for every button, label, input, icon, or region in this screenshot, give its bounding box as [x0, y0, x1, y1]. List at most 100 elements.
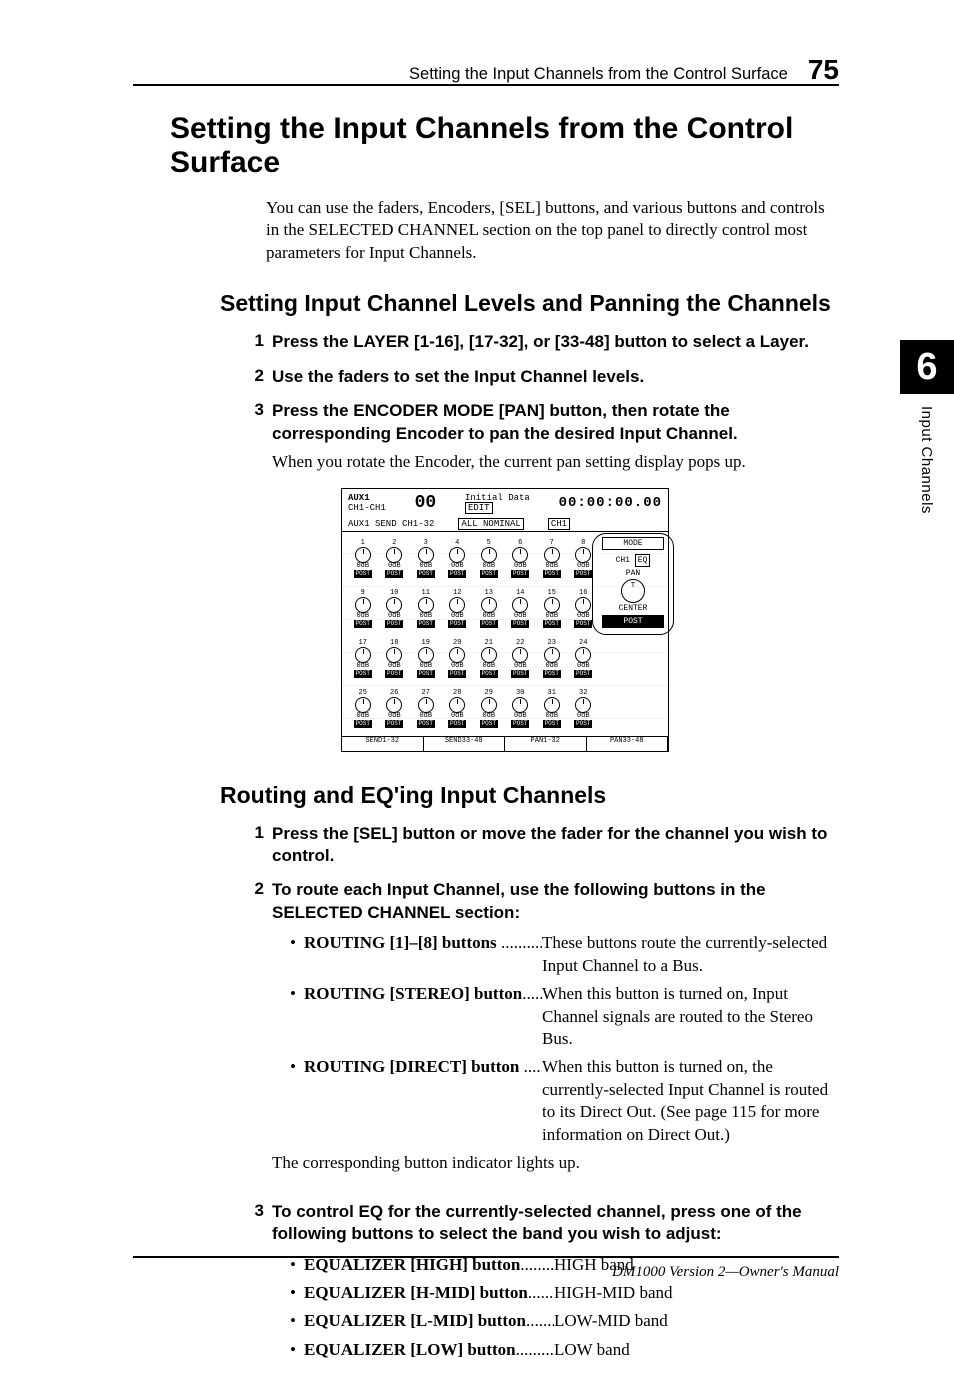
- lcd-channel: CH1-CH1: [348, 503, 386, 513]
- lcd-knob-cell: 200dBPOST: [443, 635, 473, 683]
- subsection-routing-eq: Routing and EQ'ing Input Channels: [220, 782, 840, 809]
- routing-list: • ROUTING [1]–[8] buttons ..............…: [290, 932, 840, 1146]
- leader-dots: ...............: [497, 933, 542, 952]
- intro-paragraph: You can use the faders, Encoders, [SEL] …: [266, 197, 840, 264]
- page-footer: DM1000 Version 2—Owner's Manual: [133, 1256, 839, 1281]
- step-1: 1 Press the [SEL] button or move the fad…: [242, 823, 840, 868]
- step-number: 2: [242, 366, 272, 388]
- lcd-all-nominal: ALL NOMINAL: [458, 518, 523, 530]
- list-item: • EQUALIZER [LOW] button.............. L…: [290, 1339, 840, 1361]
- lcd-knob-cell: 110dBPOST: [411, 585, 441, 633]
- lcd-knob-cell: 150dBPOST: [537, 585, 567, 633]
- item-desc: HIGH-MID band: [554, 1282, 840, 1304]
- leader-dots: ...........: [519, 1057, 542, 1076]
- lcd-eq-badge: EQ: [635, 554, 651, 567]
- lcd-knob-cell: 270dBPOST: [411, 685, 441, 733]
- lcd-tab: SEND1-32: [342, 737, 424, 751]
- item-label: ROUTING [1]–[8] buttons: [304, 933, 497, 952]
- item-desc: When this button is turned on, Input Cha…: [542, 983, 840, 1050]
- subsection-levels-panning: Setting Input Channel Levels and Panning…: [220, 290, 840, 317]
- lcd-knob-cell: 170dBPOST: [348, 635, 378, 683]
- step-3: 3 Press the ENCODER MODE [PAN] button, t…: [242, 400, 840, 473]
- item-label: EQUALIZER [L-MID] button: [304, 1311, 526, 1330]
- lcd-pan-knob: [621, 579, 645, 603]
- lcd-tabs: SEND1-32 SEND33-48 PAN1-32 PAN33-48: [342, 736, 668, 751]
- leader-dots: ..............: [516, 1340, 554, 1359]
- lcd-edit-badge: EDIT: [465, 502, 493, 514]
- lcd-post-badge: POST: [602, 615, 664, 628]
- lcd-knob-cell: 310dBPOST: [537, 685, 567, 733]
- item-label: ROUTING [STEREO] button: [304, 984, 522, 1003]
- lcd-knob-cell: 250dBPOST: [348, 685, 378, 733]
- lcd-right-ch: CH1: [616, 556, 630, 565]
- lcd-knob-cell: 260dBPOST: [380, 685, 410, 733]
- item-label: ROUTING [DIRECT] button: [304, 1057, 519, 1076]
- lcd-knob-cell: 230dBPOST: [537, 635, 567, 683]
- lcd-knob-cell: 180dBPOST: [380, 635, 410, 683]
- lcd-knob-cell: 220dBPOST: [506, 635, 536, 683]
- lcd-knob-cell: 50dBPOST: [474, 535, 504, 583]
- step-text: Press the ENCODER MODE [PAN] button, the…: [272, 401, 738, 442]
- running-title: Setting the Input Channels from the Cont…: [409, 65, 788, 84]
- lcd-knob-cell: 100dBPOST: [380, 585, 410, 633]
- lcd-scene-num: 00: [415, 493, 437, 513]
- lcd-knob-cell: 40dBPOST: [443, 535, 473, 583]
- lcd-knob-cell: 320dBPOST: [569, 685, 599, 733]
- list-item: • EQUALIZER [H-MID] button.......... HIG…: [290, 1282, 840, 1304]
- after-note: The corresponding button indicator light…: [272, 1152, 840, 1174]
- lcd-center-label: CENTER: [602, 604, 664, 613]
- step-3: 3 To control EQ for the currently-select…: [242, 1201, 840, 1368]
- lcd-sub-left: AUX1 SEND CH1-32: [348, 519, 434, 529]
- step-number: 3: [242, 1201, 272, 1368]
- leader-dots: ...........: [526, 1311, 554, 1330]
- list-item: • ROUTING [DIRECT] button ........... Wh…: [290, 1056, 840, 1146]
- lcd-screenshot: AUX1 CH1-CH1 00 Initial Data EDIT 00:00:…: [341, 488, 669, 752]
- step-note: When you rotate the Encoder, the current…: [272, 451, 840, 473]
- list-item: • EQUALIZER [L-MID] button........... LO…: [290, 1310, 840, 1332]
- step-text: To route each Input Channel, use the fol…: [272, 880, 766, 921]
- lcd-title: AUX1: [348, 493, 370, 503]
- item-label: EQUALIZER [LOW] button: [304, 1340, 516, 1359]
- lcd-knob-cell: 30dBPOST: [411, 535, 441, 583]
- page-number: 75: [808, 54, 839, 86]
- lcd-knob-cell: 70dBPOST: [537, 535, 567, 583]
- step-number: 3: [242, 400, 272, 473]
- lcd-knob-cell: 80dBPOST: [569, 535, 599, 583]
- step-number: 1: [242, 823, 272, 868]
- lcd-knob-cell: 140dBPOST: [506, 585, 536, 633]
- lcd-knob-cell: 10dBPOST: [348, 535, 378, 583]
- item-desc: When this button is turned on, the curre…: [542, 1056, 840, 1146]
- lcd-knob-cell: 210dBPOST: [474, 635, 504, 683]
- lcd-knob-cell: 240dBPOST: [569, 635, 599, 683]
- lcd-knob-cell: 160dBPOST: [569, 585, 599, 633]
- steps-list-2: 1 Press the [SEL] button or move the fad…: [242, 823, 840, 1368]
- lcd-tab: SEND33-48: [424, 737, 506, 751]
- lcd-scene-label: Initial Data: [465, 493, 530, 503]
- item-desc: LOW-MID band: [554, 1310, 840, 1332]
- chapter-label: Input Channels: [918, 406, 935, 514]
- leader-dots: ...........: [522, 984, 542, 1003]
- step-text: Press the [SEL] button or move the fader…: [272, 824, 827, 865]
- lcd-knob-cell: 60dBPOST: [506, 535, 536, 583]
- steps-list-1: 1 Press the LAYER [1-16], [17-32], or [3…: [242, 331, 840, 473]
- lcd-tab: PAN33-48: [587, 737, 669, 751]
- step-text: Use the faders to set the Input Channel …: [272, 367, 644, 386]
- section-title: Setting the Input Channels from the Cont…: [170, 112, 840, 180]
- lcd-knob-cell: 290dBPOST: [474, 685, 504, 733]
- lcd-knob-cell: 20dBPOST: [380, 535, 410, 583]
- chapter-number: 6: [900, 340, 954, 394]
- lcd-knob-cell: 190dBPOST: [411, 635, 441, 683]
- step-text: To control EQ for the currently-selected…: [272, 1202, 802, 1243]
- page-header: Setting the Input Channels from the Cont…: [133, 54, 839, 86]
- step-number: 2: [242, 879, 272, 1188]
- lcd-mode-label: MODE: [602, 537, 664, 550]
- item-desc: LOW band: [554, 1339, 840, 1361]
- leader-dots: ..........: [528, 1283, 554, 1302]
- lcd-tab: PAN1-32: [505, 737, 587, 751]
- lcd-knob-cell: 130dBPOST: [474, 585, 504, 633]
- step-number: 1: [242, 331, 272, 353]
- list-item: • ROUTING [1]–[8] buttons ..............…: [290, 932, 840, 977]
- step-2: 2 To route each Input Channel, use the f…: [242, 879, 840, 1188]
- lcd-knob-cell: 120dBPOST: [443, 585, 473, 633]
- step-2: 2 Use the faders to set the Input Channe…: [242, 366, 840, 388]
